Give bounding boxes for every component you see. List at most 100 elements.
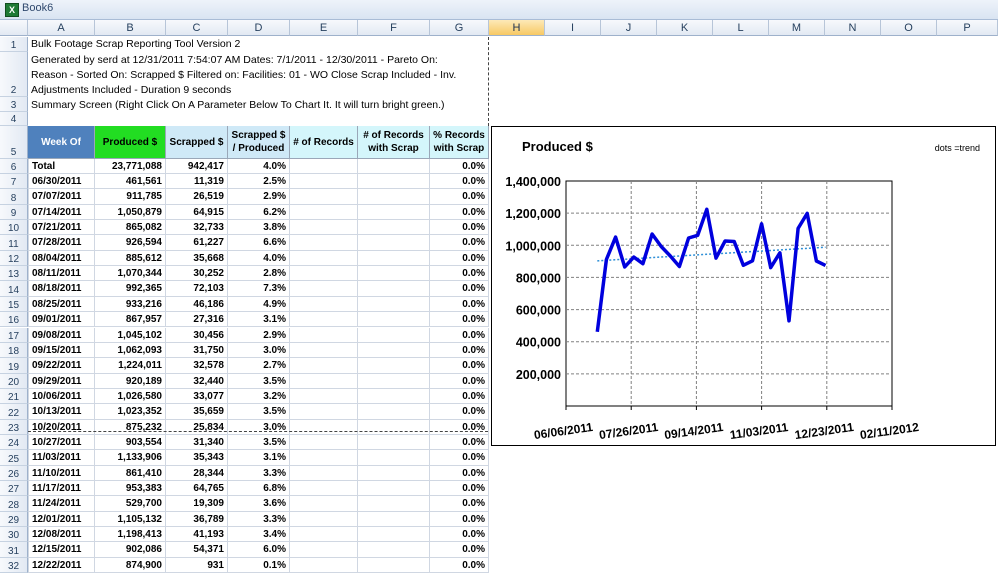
table-row-pct[interactable]: 0.0% xyxy=(430,281,489,296)
table-row-pct[interactable]: 0.0% xyxy=(430,343,489,358)
row-header-18[interactable]: 18 xyxy=(0,343,28,358)
table-row-scrapped[interactable]: 64,915 xyxy=(166,205,228,220)
table-row-records[interactable] xyxy=(290,435,358,450)
table-row-ratio[interactable]: 3.4% xyxy=(228,527,290,542)
row-header-25[interactable]: 25 xyxy=(0,450,28,465)
table-row-records[interactable] xyxy=(290,189,358,204)
table-row-produced[interactable]: 867,957 xyxy=(95,312,166,327)
table-row-records-scrap[interactable] xyxy=(358,343,430,358)
table-row-records[interactable] xyxy=(290,512,358,527)
table-row-records[interactable] xyxy=(290,343,358,358)
column-header-c[interactable]: C xyxy=(166,20,228,36)
column-header-m[interactable]: M xyxy=(769,20,825,36)
table-row-week[interactable]: 09/29/2011 xyxy=(28,374,95,389)
table-row-produced[interactable]: 902,086 xyxy=(95,542,166,557)
table-row-records[interactable] xyxy=(290,220,358,235)
row-header-5[interactable]: 5 xyxy=(0,126,28,159)
table-row-scrapped[interactable]: 72,103 xyxy=(166,281,228,296)
table-row-produced[interactable]: 1,026,580 xyxy=(95,389,166,404)
table-row-week[interactable]: 07/14/2011 xyxy=(28,205,95,220)
row-header-26[interactable]: 26 xyxy=(0,466,28,481)
table-row-scrapped[interactable]: 35,659 xyxy=(166,404,228,419)
table-row-week[interactable]: 07/21/2011 xyxy=(28,220,95,235)
table-row-records[interactable] xyxy=(290,450,358,465)
produced-chart[interactable]: 1,400,0001,200,0001,000,000800,000600,00… xyxy=(491,126,996,446)
table-row-pct[interactable]: 0.0% xyxy=(430,404,489,419)
table-row-pct[interactable]: 0.0% xyxy=(430,189,489,204)
table-row-records[interactable] xyxy=(290,542,358,557)
table-row-ratio[interactable]: 6.8% xyxy=(228,481,290,496)
table-row-produced[interactable]: 1,070,344 xyxy=(95,266,166,281)
table-row-scrapped[interactable]: 54,371 xyxy=(166,542,228,557)
table-row-ratio[interactable]: 2.9% xyxy=(228,189,290,204)
column-header-i[interactable]: I xyxy=(545,20,601,36)
table-row-week[interactable]: 07/07/2011 xyxy=(28,189,95,204)
table-row-produced[interactable]: 1,062,093 xyxy=(95,343,166,358)
table-row-ratio[interactable]: 3.1% xyxy=(228,312,290,327)
table-row-week[interactable]: 08/11/2011 xyxy=(28,266,95,281)
table-row-records-scrap[interactable] xyxy=(358,542,430,557)
table-row-scrapped[interactable]: 931 xyxy=(166,558,228,573)
table-row-pct[interactable]: 0.0% xyxy=(430,328,489,343)
table-row-pct[interactable]: 0.0% xyxy=(430,435,489,450)
table-row-records-scrap[interactable] xyxy=(358,374,430,389)
table-row-ratio[interactable]: 3.3% xyxy=(228,466,290,481)
table-row-records-scrap[interactable] xyxy=(358,235,430,250)
table-row-records[interactable] xyxy=(290,374,358,389)
table-row-scrapped[interactable]: 30,456 xyxy=(166,328,228,343)
column-header-b[interactable]: B xyxy=(95,20,166,36)
table-row-records[interactable] xyxy=(290,251,358,266)
table-row-produced[interactable]: 1,050,879 xyxy=(95,205,166,220)
table-row-scrapped[interactable]: 35,343 xyxy=(166,450,228,465)
table-row-pct[interactable]: 0.0% xyxy=(430,450,489,465)
row-header-17[interactable]: 17 xyxy=(0,328,28,343)
table-row-produced[interactable]: 885,612 xyxy=(95,251,166,266)
header-produced[interactable]: Produced $ xyxy=(95,126,166,159)
table-row-scrapped[interactable]: 32,578 xyxy=(166,358,228,373)
table-row-pct[interactable]: 0.0% xyxy=(430,297,489,312)
table-row-records[interactable] xyxy=(290,496,358,511)
table-row-records-scrap[interactable] xyxy=(358,189,430,204)
table-row-week[interactable]: 10/06/2011 xyxy=(28,389,95,404)
row-header-14[interactable]: 14 xyxy=(0,281,28,296)
column-header-a[interactable]: A xyxy=(28,20,95,36)
table-row-scrapped[interactable]: 27,316 xyxy=(166,312,228,327)
table-row-ratio[interactable]: 3.1% xyxy=(228,450,290,465)
total-row-records[interactable] xyxy=(290,159,358,174)
row-header-12[interactable]: 12 xyxy=(0,251,28,266)
table-row-week[interactable]: 09/01/2011 xyxy=(28,312,95,327)
table-row-scrapped[interactable]: 28,344 xyxy=(166,466,228,481)
table-row-pct[interactable]: 0.0% xyxy=(430,481,489,496)
header-scrapped[interactable]: Scrapped $ xyxy=(166,126,228,159)
row-header-23[interactable]: 23 xyxy=(0,420,28,435)
table-row-records-scrap[interactable] xyxy=(358,328,430,343)
table-row-scrapped[interactable]: 11,319 xyxy=(166,174,228,189)
table-row-pct[interactable]: 0.0% xyxy=(430,512,489,527)
table-row-records[interactable] xyxy=(290,420,358,435)
column-header-d[interactable]: D xyxy=(228,20,290,36)
row-header-4[interactable]: 4 xyxy=(0,112,28,126)
table-row-scrapped[interactable]: 19,309 xyxy=(166,496,228,511)
table-row-ratio[interactable]: 6.6% xyxy=(228,235,290,250)
table-row-week[interactable]: 12/01/2011 xyxy=(28,512,95,527)
header-records[interactable]: # of Records xyxy=(290,126,358,159)
table-row-ratio[interactable]: 3.5% xyxy=(228,404,290,419)
table-row-records-scrap[interactable] xyxy=(358,404,430,419)
table-row-records-scrap[interactable] xyxy=(358,481,430,496)
table-row-produced[interactable]: 865,082 xyxy=(95,220,166,235)
table-row-ratio[interactable]: 7.3% xyxy=(228,281,290,296)
row-header-16[interactable]: 16 xyxy=(0,312,28,327)
table-row-produced[interactable]: 953,383 xyxy=(95,481,166,496)
table-row-week[interactable]: 07/28/2011 xyxy=(28,235,95,250)
table-row-records-scrap[interactable] xyxy=(358,450,430,465)
table-row-ratio[interactable]: 2.8% xyxy=(228,266,290,281)
table-row-scrapped[interactable]: 31,340 xyxy=(166,435,228,450)
header-records-with-scrap[interactable]: # of Records with Scrap xyxy=(358,126,430,159)
table-row-produced[interactable]: 1,198,413 xyxy=(95,527,166,542)
table-row-pct[interactable]: 0.0% xyxy=(430,558,489,573)
table-row-week[interactable]: 06/30/2011 xyxy=(28,174,95,189)
total-row-scrapped[interactable]: 942,417 xyxy=(166,159,228,174)
table-row-records[interactable] xyxy=(290,235,358,250)
table-row-pct[interactable]: 0.0% xyxy=(430,374,489,389)
table-row-ratio[interactable]: 3.5% xyxy=(228,374,290,389)
